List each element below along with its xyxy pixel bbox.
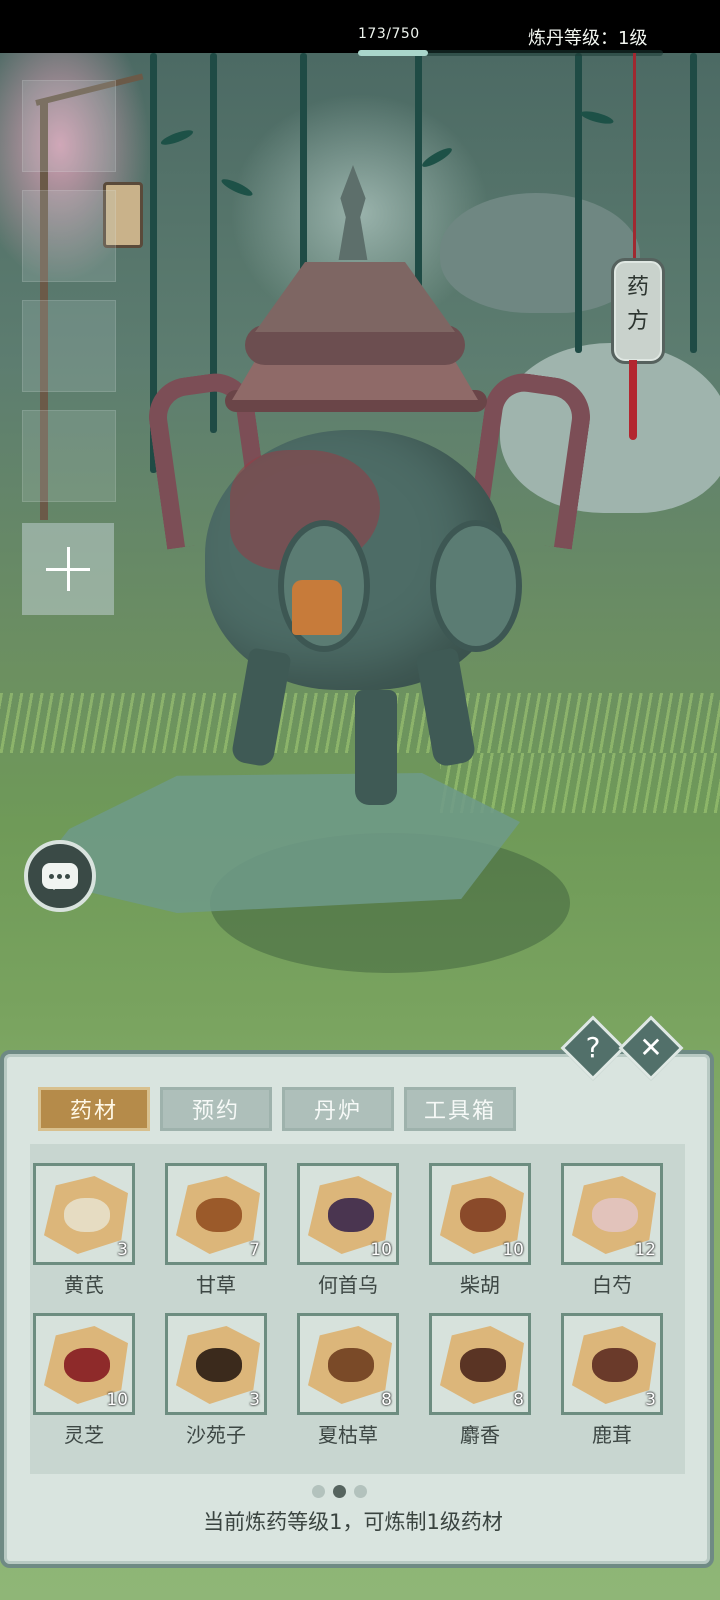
herb-item[interactable]: 8 夏枯草 bbox=[297, 1313, 399, 1448]
herb-name: 甘草 bbox=[196, 1273, 236, 1297]
herb-name: 柴胡 bbox=[460, 1273, 500, 1297]
herb-item[interactable]: 7 甘草 bbox=[165, 1163, 267, 1298]
alchemy-exp-text: 173/750 bbox=[358, 26, 420, 42]
herb-item[interactable]: 12 白芍 bbox=[561, 1163, 663, 1298]
ingredient-slot-4[interactable] bbox=[22, 410, 116, 502]
herb-icon bbox=[196, 1348, 242, 1382]
herb-icon bbox=[460, 1348, 506, 1382]
background-rock bbox=[440, 193, 640, 313]
herb-name: 白芍 bbox=[592, 1273, 632, 1297]
herb-thumbnail: 3 bbox=[561, 1313, 663, 1415]
tab-2[interactable]: 丹炉 bbox=[282, 1087, 394, 1131]
help-icon: ? bbox=[585, 1031, 601, 1064]
tab-0[interactable]: 药材 bbox=[38, 1087, 150, 1131]
herb-item[interactable]: 8 麝香 bbox=[429, 1313, 531, 1448]
ingredient-slot-2[interactable] bbox=[22, 190, 116, 282]
herb-icon bbox=[196, 1198, 242, 1232]
herb-name: 何首乌 bbox=[318, 1273, 378, 1297]
herb-icon bbox=[460, 1198, 506, 1232]
herb-count: 12 bbox=[634, 1240, 656, 1260]
herb-icon bbox=[592, 1348, 638, 1382]
page-dot[interactable] bbox=[312, 1485, 325, 1498]
herb-item[interactable]: 10 何首乌 bbox=[297, 1163, 399, 1298]
cauldron-leg bbox=[355, 690, 397, 805]
herb-count: 3 bbox=[645, 1390, 656, 1410]
cauldron-window-right bbox=[430, 520, 522, 652]
herb-name: 鹿茸 bbox=[592, 1423, 632, 1447]
alchemy-hint-text: 当前炼药等级1，可炼制1级药材 bbox=[203, 1510, 503, 1534]
cauldron-firewood bbox=[292, 580, 342, 635]
herb-thumbnail: 10 bbox=[429, 1163, 531, 1265]
herb-icon bbox=[592, 1198, 638, 1232]
page-dot[interactable] bbox=[333, 1485, 346, 1498]
herb-thumbnail: 8 bbox=[297, 1313, 399, 1415]
herb-count: 10 bbox=[502, 1240, 524, 1260]
stone-platform bbox=[30, 773, 520, 913]
herb-thumbnail: 10 bbox=[297, 1163, 399, 1265]
plus-icon-stroke bbox=[67, 547, 70, 591]
page-dot[interactable] bbox=[354, 1485, 367, 1498]
herb-item[interactable]: 10 柴胡 bbox=[429, 1163, 531, 1298]
herb-count: 10 bbox=[370, 1240, 392, 1260]
recipe-button[interactable]: 药 方 bbox=[611, 258, 665, 364]
herb-name: 灵芝 bbox=[64, 1423, 104, 1447]
bamboo-stalk bbox=[690, 53, 697, 353]
herb-icon bbox=[64, 1348, 110, 1382]
recipe-cord bbox=[633, 53, 636, 258]
herb-thumbnail: 10 bbox=[33, 1313, 135, 1415]
page-indicator bbox=[312, 1485, 367, 1498]
herb-icon bbox=[64, 1198, 110, 1232]
herb-count: 10 bbox=[106, 1390, 128, 1410]
herb-thumbnail: 7 bbox=[165, 1163, 267, 1265]
herb-icon bbox=[328, 1198, 374, 1232]
herb-item[interactable]: 10 灵芝 bbox=[33, 1313, 135, 1448]
ingredient-slot-1[interactable] bbox=[22, 80, 116, 172]
herb-thumbnail: 8 bbox=[429, 1313, 531, 1415]
herb-icon bbox=[328, 1348, 374, 1382]
chat-button[interactable] bbox=[24, 840, 96, 912]
herb-name: 黄芪 bbox=[64, 1273, 104, 1297]
herb-count: 8 bbox=[513, 1390, 524, 1410]
herb-count: 3 bbox=[249, 1390, 260, 1410]
alchemy-level-text: 炼丹等级：1级 bbox=[528, 28, 648, 49]
bamboo-stalk bbox=[575, 53, 582, 353]
recipe-label-1: 药 bbox=[626, 275, 649, 300]
herb-count: 8 bbox=[381, 1390, 392, 1410]
herb-name: 夏枯草 bbox=[318, 1423, 378, 1447]
recipe-label-2: 方 bbox=[626, 309, 649, 334]
alchemy-exp-fill bbox=[358, 50, 429, 56]
ingredient-slot-3[interactable] bbox=[22, 300, 116, 392]
bamboo-leaf bbox=[579, 108, 615, 127]
herb-count: 3 bbox=[117, 1240, 128, 1260]
herb-thumbnail: 3 bbox=[33, 1163, 135, 1265]
herb-count: 7 bbox=[249, 1240, 260, 1260]
herb-thumbnail: 12 bbox=[561, 1163, 663, 1265]
herb-item[interactable]: 3 沙苑子 bbox=[165, 1313, 267, 1448]
herb-name: 麝香 bbox=[460, 1423, 500, 1447]
tab-1[interactable]: 预约 bbox=[160, 1087, 272, 1131]
tab-3[interactable]: 工具箱 bbox=[404, 1087, 516, 1131]
add-slot-button[interactable] bbox=[22, 523, 114, 615]
herb-item[interactable]: 3 黄芪 bbox=[33, 1163, 135, 1298]
close-icon: ✕ bbox=[639, 1031, 663, 1064]
herb-thumbnail: 3 bbox=[165, 1313, 267, 1415]
chat-icon bbox=[42, 863, 78, 890]
panel-tabs: 药材 预约 丹炉 工具箱 bbox=[38, 1087, 516, 1131]
alchemy-exp-bar bbox=[358, 50, 663, 56]
herb-name: 沙苑子 bbox=[186, 1423, 246, 1447]
bamboo-leaf bbox=[159, 127, 195, 148]
recipe-tassel bbox=[629, 360, 637, 440]
herb-item[interactable]: 3 鹿茸 bbox=[561, 1313, 663, 1448]
